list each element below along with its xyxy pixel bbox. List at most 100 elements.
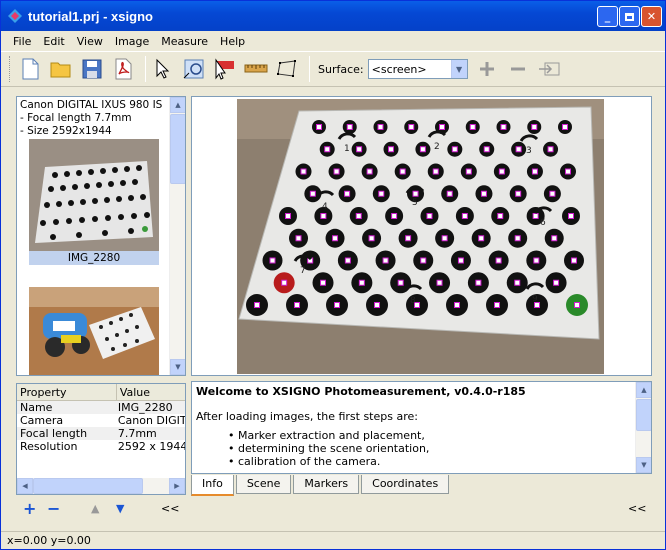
menu-edit[interactable]: Edit [37,35,70,48]
tab-info[interactable]: Info [191,475,234,496]
thumbnail-caption: IMG_2280 [29,251,159,265]
move-up-button[interactable]: ▲ [91,502,99,515]
marker-detection-box [454,302,460,308]
hscroll-thumb[interactable] [33,478,143,494]
info-panel[interactable]: Welcome to XSIGNO Photomeasurement, v0.4… [191,381,652,474]
camera-info: Canon DIGITAL IXUS 980 IS - Focal length… [20,99,162,138]
marker-number-label: 2 [434,142,440,152]
flag-pointer-icon [215,58,234,80]
image-list[interactable]: Canon DIGITAL IXUS 980 IS - Focal length… [16,96,186,376]
maximize-button[interactable] [619,6,640,27]
marker-detection-box [378,190,385,197]
new-button[interactable] [17,56,43,82]
polygon-tool-button[interactable] [274,56,300,82]
table-row[interactable]: Focal length 7.7mm [17,427,185,440]
list-item: • Marker extraction and placement, [228,429,425,442]
marker-detection-box [446,190,453,197]
marker-detection-box [397,279,404,286]
arrow-into-box-icon [538,62,560,76]
select-tool-button[interactable] [150,56,176,82]
minus-icon [510,67,525,71]
marker-detection-box [515,190,522,197]
scale-tool-button[interactable] [212,56,238,82]
collapse-left-button[interactable]: << [161,502,179,515]
marker-detection-box [531,168,538,175]
marker-detection-box [551,235,558,242]
image-thumbnail-selected[interactable]: IMG_2280 [29,139,159,265]
scroll-thumb[interactable] [636,399,651,431]
tab-markers[interactable]: Markers [293,475,360,494]
marker-detection-box [391,213,398,219]
scroll-down-icon[interactable]: ▼ [170,359,185,375]
measure-tool-button[interactable] [243,56,269,82]
minimize-button[interactable]: _ [597,6,618,27]
properties-table[interactable]: Property Value Name IMG_2280 Camera Canon … [16,383,186,495]
marker-detection-box [320,213,327,219]
welcome-title: Welcome to XSIGNO Photomeasurement, v0.4… [196,385,526,398]
toolbar-grip[interactable] [9,56,12,82]
marker-detection-box [465,168,472,175]
remove-image-button[interactable]: − [47,499,60,518]
bottom-tabs: Info Scene Markers Coordinates [191,475,451,496]
marker-detection-box [382,257,389,264]
marker-detection-box [316,124,322,130]
menu-measure[interactable]: Measure [155,35,214,48]
marker-number-label: 9 [532,294,538,304]
marker-tool-button[interactable] [181,56,207,82]
pdf-export-button[interactable] [110,56,136,82]
tab-scene[interactable]: Scene [235,475,292,494]
value-column-header[interactable]: Value [115,384,185,400]
image-thumbnail[interactable] [29,287,159,375]
scroll-thumb[interactable] [170,114,185,184]
chevron-down-icon[interactable]: ▼ [450,60,467,78]
table-row[interactable]: Name IMG_2280 [17,401,185,414]
add-image-button[interactable]: + [23,499,36,518]
new-document-icon [22,58,39,80]
menu-image[interactable]: Image [109,35,155,48]
marker-detection-box [366,168,373,175]
marker-detection-box [514,279,521,286]
properties-hscrollbar[interactable]: ◀ ▶ [17,478,185,494]
info-scrollbar[interactable]: ▲ ▼ [635,382,651,473]
table-row[interactable]: Resolution 2592 x 1944 [17,440,185,453]
photo-canvas[interactable]: 1 2 3 4 5 6 7 8 9 [237,99,604,374]
marker-number-label: 4 [322,202,328,212]
collapse-right-button[interactable]: << [628,502,646,515]
image-viewer[interactable]: 1 2 3 4 5 6 7 8 9 [191,96,652,376]
thumbnail-image [29,139,159,251]
marker-detection-box [441,235,448,242]
menu-file[interactable]: File [7,35,37,48]
scroll-up-icon[interactable]: ▲ [170,97,185,113]
marker-detection-box [432,168,439,175]
scroll-up-icon[interactable]: ▲ [636,382,651,398]
save-button[interactable] [79,56,105,82]
tab-coordinates[interactable]: Coordinates [361,475,450,494]
marker-detection-box [533,257,540,264]
open-button[interactable] [48,56,74,82]
property-column-header[interactable]: Property [17,384,116,400]
surface-select[interactable]: <screen> ▼ [367,59,468,79]
list-item: • determining the scene orientation, [228,442,430,455]
menu-help[interactable]: Help [214,35,251,48]
title-bar[interactable]: tutorial1.prj - xsigno _ ✕ [1,1,665,31]
menu-view[interactable]: View [71,35,109,48]
table-row[interactable]: CameraCanon DIGITA [17,414,185,427]
add-surface-button[interactable] [474,56,500,82]
move-down-button[interactable]: ▼ [116,502,124,515]
surface-export-button[interactable] [536,56,562,82]
image-list-scrollbar[interactable]: ▲ ▼ [169,97,185,375]
marker-detection-box [408,124,415,130]
scroll-left-icon[interactable]: ◀ [17,478,33,494]
marker-detection-box [388,146,395,153]
remove-surface-button[interactable] [505,56,531,82]
camera-model: Canon DIGITAL IXUS 980 IS [20,99,163,111]
save-disk-icon [82,59,102,79]
close-button[interactable]: ✕ [641,6,662,27]
marker-detection-box [346,124,353,130]
scroll-right-icon[interactable]: ▶ [169,478,185,494]
scroll-down-icon[interactable]: ▼ [636,457,651,473]
marker-detection-box [399,168,406,175]
marker-number-label: 8 [410,296,416,306]
triangle-down-icon: ▼ [116,502,125,515]
marker-detection-box [419,146,426,153]
